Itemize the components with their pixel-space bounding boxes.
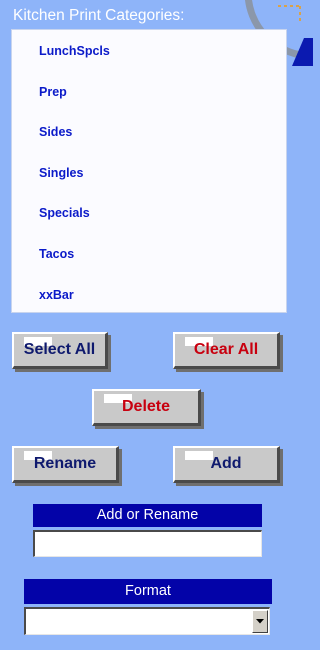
clear-all-button[interactable]: Clear All bbox=[173, 332, 280, 369]
select-all-label: Select All bbox=[23, 341, 96, 358]
format-header: Format bbox=[24, 579, 272, 604]
add-button[interactable]: Add bbox=[173, 446, 280, 483]
list-item[interactable]: Prep bbox=[39, 85, 67, 99]
format-select[interactable] bbox=[24, 607, 270, 635]
panel-title: Kitchen Print Categories: bbox=[13, 7, 185, 24]
select-all-button[interactable]: Select All bbox=[12, 332, 108, 369]
button-highlight bbox=[185, 451, 213, 460]
rename-label: Rename bbox=[33, 455, 97, 472]
list-item[interactable]: Specials bbox=[39, 206, 90, 220]
list-item[interactable]: Sides bbox=[39, 125, 72, 139]
clear-all-label: Clear All bbox=[193, 341, 259, 358]
list-item[interactable]: Tacos bbox=[39, 247, 74, 261]
list-item[interactable]: LunchSpcls bbox=[39, 44, 110, 58]
chevron-down-icon[interactable] bbox=[252, 610, 268, 633]
rename-button[interactable]: Rename bbox=[12, 446, 119, 483]
add-or-rename-input[interactable] bbox=[33, 530, 262, 557]
delete-button[interactable]: Delete bbox=[92, 389, 201, 426]
add-or-rename-header: Add or Rename bbox=[33, 504, 262, 527]
delete-label: Delete bbox=[121, 398, 171, 415]
list-item[interactable]: Singles bbox=[39, 166, 83, 180]
add-label: Add bbox=[210, 455, 242, 472]
category-list[interactable]: LunchSpcls Prep Sides Singles Specials T… bbox=[11, 29, 287, 313]
list-item[interactable]: xxBar bbox=[39, 288, 74, 302]
